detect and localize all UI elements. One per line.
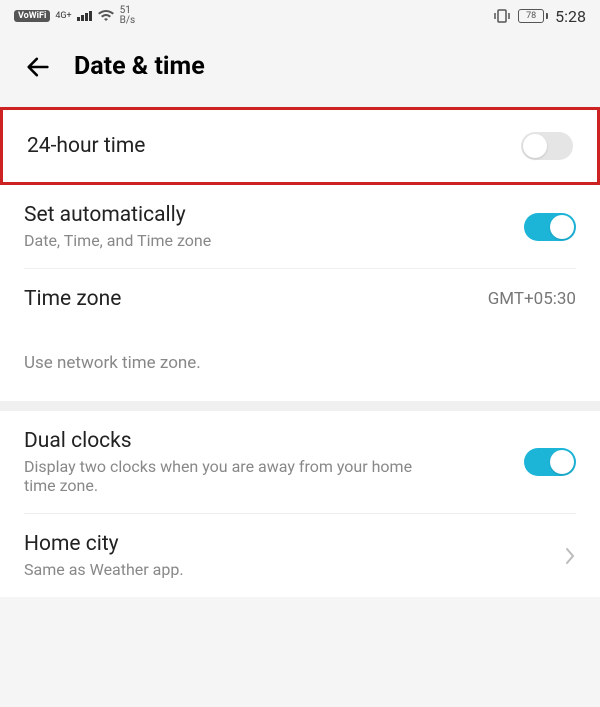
data-rate: 51 B/s — [120, 6, 136, 26]
setting-subtitle: Same as Weather app. — [24, 560, 564, 579]
setting-label: Time zone — [24, 287, 121, 311]
setting-subtitle: Date, Time, and Time zone — [24, 231, 524, 250]
vibrate-icon — [493, 9, 511, 23]
toggle-dual-clocks[interactable] — [524, 448, 576, 476]
clock-time: 5:28 — [555, 7, 586, 26]
setting-subtitle: Display two clocks when you are away fro… — [24, 457, 444, 495]
status-right: 78 5:28 — [493, 7, 586, 26]
setting-label: Dual clocks — [24, 429, 524, 453]
setting-label: 24-hour time — [27, 134, 145, 158]
back-icon[interactable] — [24, 53, 52, 81]
setting-set-automatically[interactable]: Set automatically Date, Time, and Time z… — [0, 185, 600, 268]
status-bar: VoWiFi 4G+ 51 B/s 78 5:28 — [0, 0, 600, 32]
setting-home-city[interactable]: Home city Same as Weather app. — [0, 514, 600, 597]
setting-label: Home city — [24, 532, 564, 556]
timezone-info: Use network time zone. — [0, 329, 600, 401]
setting-value: GMT+05:30 — [488, 289, 576, 309]
wifi-icon — [97, 9, 115, 23]
network-type: 4G+ — [55, 12, 71, 21]
status-left: VoWiFi 4G+ 51 B/s — [14, 6, 135, 26]
setting-label: Set automatically — [24, 203, 524, 227]
chevron-right-icon — [564, 546, 576, 566]
page-header: Date & time — [0, 32, 600, 107]
settings-list: 24-hour time Set automatically Date, Tim… — [0, 107, 600, 597]
battery-indicator: 78 — [518, 9, 548, 23]
toggle-24hour[interactable] — [521, 132, 573, 160]
signal-icon — [77, 11, 92, 21]
setting-dual-clocks[interactable]: Dual clocks Display two clocks when you … — [0, 411, 600, 513]
vowifi-indicator: VoWiFi — [14, 10, 50, 22]
setting-time-zone[interactable]: Time zone GMT+05:30 — [0, 269, 600, 329]
toggle-set-automatically[interactable] — [524, 213, 576, 241]
page-title: Date & time — [74, 52, 205, 81]
section-divider — [0, 401, 600, 411]
setting-24hour-time[interactable]: 24-hour time — [0, 107, 600, 185]
